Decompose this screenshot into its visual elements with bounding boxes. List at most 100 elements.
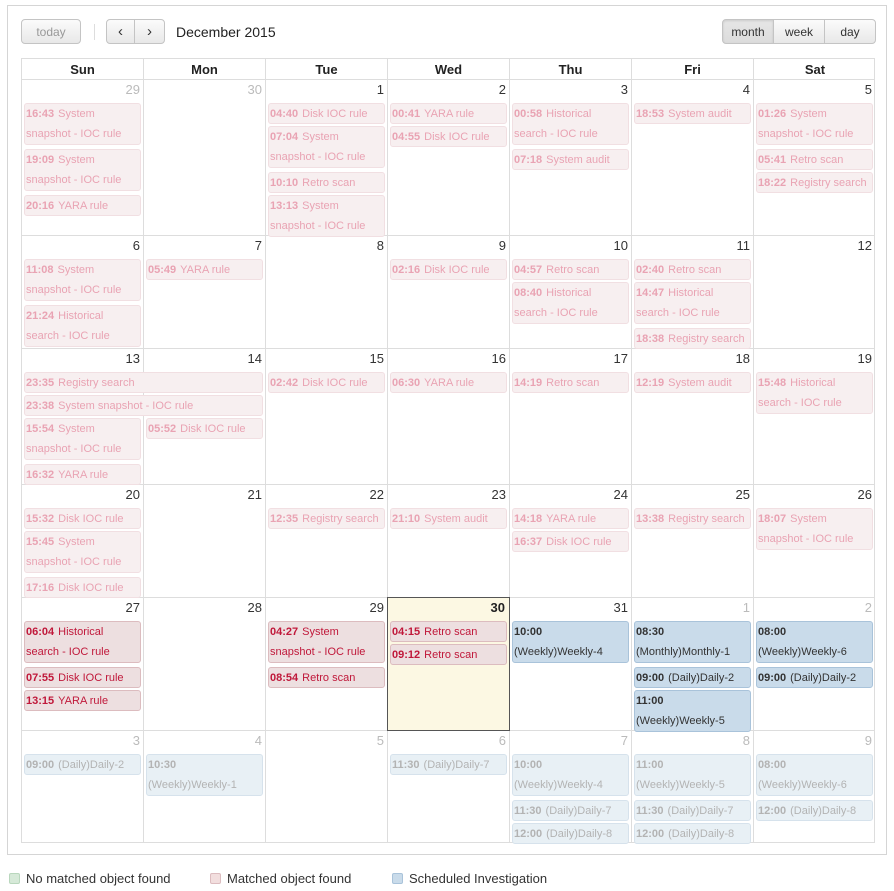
matched-event[interactable]: 08:40 Historical search - IOC rule: [512, 282, 629, 324]
scheduled-event[interactable]: 12:00 (Daily)Daily-8: [512, 823, 629, 844]
day-cell[interactable]: 3: [22, 731, 144, 844]
scheduled-event[interactable]: 09:00 (Daily)Daily-2: [756, 667, 873, 688]
scheduled-event[interactable]: 08:00 (Weekly)Weekly-6: [756, 621, 873, 663]
scheduled-event[interactable]: 12:00 (Daily)Daily-8: [634, 823, 751, 844]
matched-event[interactable]: 09:12 Retro scan: [390, 644, 507, 665]
event-time: 18:38: [636, 333, 665, 345]
matched-event[interactable]: 19:09 System snapshot - IOC rule: [24, 149, 141, 191]
matched-event[interactable]: 16:43 System snapshot - IOC rule: [24, 103, 141, 145]
matched-event[interactable]: 07:18 System audit: [512, 149, 629, 170]
matched-event[interactable]: 23:35 Registry search: [24, 372, 263, 393]
day-cell[interactable]: 5: [266, 731, 388, 844]
next-month-button[interactable]: ›: [134, 19, 165, 44]
matched-event[interactable]: 01:26 System snapshot - IOC rule: [756, 103, 873, 145]
view-week-button[interactable]: week: [773, 19, 825, 44]
matched-event[interactable]: 14:47 Historical search - IOC rule: [634, 282, 751, 324]
event-time: 10:00: [514, 626, 543, 638]
matched-event[interactable]: 18:53 System audit: [634, 103, 751, 124]
matched-event[interactable]: 10:10 Retro scan: [268, 172, 385, 193]
scheduled-event[interactable]: 10:00 (Weekly)Weekly-4: [512, 754, 629, 796]
day-cell[interactable]: 16: [388, 349, 510, 485]
matched-event[interactable]: 20:16 YARA rule: [24, 195, 141, 216]
matched-event[interactable]: 05:41 Retro scan: [756, 149, 873, 170]
matched-event[interactable]: 23:38 System snapshot - IOC rule: [24, 395, 263, 416]
matched-event[interactable]: 13:38 Registry search: [634, 508, 751, 529]
event-title: (Daily)Daily-2: [790, 672, 857, 684]
matched-event[interactable]: 18:38 Registry search: [634, 328, 751, 349]
matched-event[interactable]: 14:18 YARA rule: [512, 508, 629, 529]
matched-event[interactable]: 11:08 System snapshot - IOC rule: [24, 259, 141, 301]
matched-event[interactable]: 14:19 Retro scan: [512, 372, 629, 393]
matched-event[interactable]: 08:54 Retro scan: [268, 667, 385, 688]
day-cell[interactable]: 18: [632, 349, 754, 485]
event-time: 12:00: [636, 828, 665, 840]
scheduled-event[interactable]: 11:30 (Daily)Daily-7: [390, 754, 507, 775]
matched-event[interactable]: 15:48 Historical search - IOC rule: [756, 372, 873, 414]
matched-event[interactable]: 15:45 System snapshot - IOC rule: [24, 531, 141, 573]
matched-event[interactable]: 12:35 Registry search: [268, 508, 385, 529]
day-cell[interactable]: 15: [266, 349, 388, 485]
scheduled-event[interactable]: 08:30 (Monthly)Monthly-1: [634, 621, 751, 663]
day-cell[interactable]: 31: [510, 598, 632, 731]
day-cell[interactable]: 23: [388, 485, 510, 598]
day-cell[interactable]: 30: [144, 80, 266, 236]
matched-event[interactable]: 05:52 Disk IOC rule: [146, 418, 263, 439]
matched-event[interactable]: 15:32 Disk IOC rule: [24, 508, 141, 529]
matched-event[interactable]: 04:57 Retro scan: [512, 259, 629, 280]
day-cell[interactable]: 29: [266, 598, 388, 731]
day-cell[interactable]: 19: [754, 349, 876, 485]
scheduled-event[interactable]: 11:30 (Daily)Daily-7: [634, 800, 751, 821]
matched-event[interactable]: 05:49 YARA rule: [146, 259, 263, 280]
day-cell[interactable]: 7: [144, 236, 266, 349]
matched-event[interactable]: 06:30 YARA rule: [390, 372, 507, 393]
matched-event[interactable]: 16:32 YARA rule: [24, 464, 141, 485]
scheduled-event[interactable]: 12:00 (Daily)Daily-8: [756, 800, 873, 821]
matched-event[interactable]: 21:24 Historical search - IOC rule: [24, 305, 141, 347]
scheduled-event[interactable]: 09:00 (Daily)Daily-2: [24, 754, 141, 775]
scheduled-event[interactable]: 11:30 (Daily)Daily-7: [512, 800, 629, 821]
scheduled-event[interactable]: 10:00 (Weekly)Weekly-4: [512, 621, 629, 663]
day-cell[interactable]: 2: [754, 598, 876, 731]
matched-event[interactable]: 02:40 Retro scan: [634, 259, 751, 280]
matched-event[interactable]: 04:27 System snapshot - IOC rule: [268, 621, 385, 663]
day-cell[interactable]: 28: [144, 598, 266, 731]
day-cell[interactable]: 14: [144, 349, 266, 485]
view-month-button[interactable]: month: [722, 19, 774, 44]
matched-event[interactable]: 07:55 Disk IOC rule: [24, 667, 141, 688]
scheduled-event[interactable]: 11:00 (Weekly)Weekly-5: [634, 754, 751, 796]
matched-event[interactable]: 12:19 System audit: [634, 372, 751, 393]
matched-event[interactable]: 04:15 Retro scan: [390, 621, 507, 642]
day-cell[interactable]: 17: [510, 349, 632, 485]
matched-event[interactable]: 21:10 System audit: [390, 508, 507, 529]
matched-event[interactable]: 18:07 System snapshot - IOC rule: [756, 508, 873, 550]
matched-event[interactable]: 00:41 YARA rule: [390, 103, 507, 124]
matched-event[interactable]: 04:55 Disk IOC rule: [390, 126, 507, 147]
day-cell[interactable]: 21: [144, 485, 266, 598]
matched-event[interactable]: 02:42 Disk IOC rule: [268, 372, 385, 393]
day-cell[interactable]: 8: [266, 236, 388, 349]
matched-event[interactable]: 06:04 Historical search - IOC rule: [24, 621, 141, 663]
matched-event[interactable]: 13:15 YARA rule: [24, 690, 141, 711]
matched-event[interactable]: 17:16 Disk IOC rule: [24, 577, 141, 598]
matched-event[interactable]: 07:04 System snapshot - IOC rule: [268, 126, 385, 168]
today-button[interactable]: today: [21, 19, 81, 44]
scheduled-event[interactable]: 08:00 (Weekly)Weekly-6: [756, 754, 873, 796]
day-cell[interactable]: 22: [266, 485, 388, 598]
matched-event[interactable]: 15:54 System snapshot - IOC rule: [24, 418, 141, 460]
scheduled-event[interactable]: 11:00 (Weekly)Weekly-5: [634, 690, 751, 732]
matched-event[interactable]: 02:16 Disk IOC rule: [390, 259, 507, 280]
day-cell[interactable]: 25: [632, 485, 754, 598]
scheduled-event[interactable]: 10:30 (Weekly)Weekly-1: [146, 754, 263, 796]
day-cell[interactable]: 27: [22, 598, 144, 731]
matched-event[interactable]: 00:58 Historical search - IOC rule: [512, 103, 629, 145]
view-day-button[interactable]: day: [824, 19, 876, 44]
prev-month-button[interactable]: ‹: [106, 19, 135, 44]
matched-event[interactable]: 13:13 System snapshot - IOC rule: [268, 195, 385, 237]
matched-event[interactable]: 18:22 Registry search: [756, 172, 873, 193]
matched-event[interactable]: 04:40 Disk IOC rule: [268, 103, 385, 124]
matched-event[interactable]: 16:37 Disk IOC rule: [512, 531, 629, 552]
day-cell[interactable]: 9: [388, 236, 510, 349]
day-cell[interactable]: 12: [754, 236, 876, 349]
day-cell[interactable]: 6: [388, 731, 510, 844]
scheduled-event[interactable]: 09:00 (Daily)Daily-2: [634, 667, 751, 688]
